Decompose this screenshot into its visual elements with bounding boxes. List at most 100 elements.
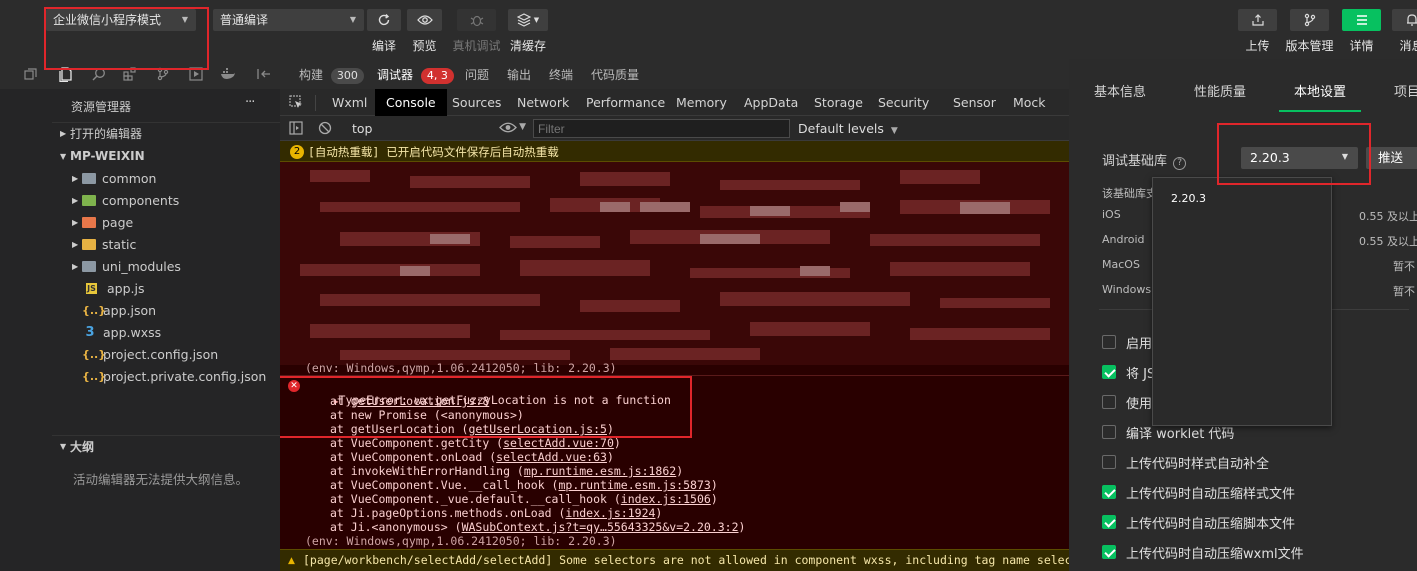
bell-icon (1406, 14, 1417, 26)
tab-issues[interactable]: 问题 (465, 66, 489, 83)
upload-button[interactable] (1238, 9, 1277, 31)
tab-terminal[interactable]: 终端 (549, 66, 573, 83)
project-section[interactable]: ▼ MP-WEIXIN (52, 145, 280, 167)
compile-label: 编译 (371, 39, 396, 53)
push-button[interactable]: 推送 (1366, 147, 1417, 169)
chevron-down-icon: ▼ (60, 151, 67, 161)
json-file-icon: {..} (82, 303, 107, 317)
redacted-content (280, 162, 1069, 365)
tree-item-label: components (102, 192, 180, 208)
tree-item-common[interactable]: ▶ common (52, 167, 280, 189)
layers-icon (516, 13, 531, 27)
tab-code-quality[interactable]: 代码质量 (591, 66, 639, 83)
eye-icon[interactable] (499, 121, 517, 137)
stack-frame-link[interactable]: index.js:1506 (621, 492, 711, 506)
clear-cache-button[interactable]: ▼ (508, 9, 548, 31)
devtools-tab-mock[interactable]: Mock (1013, 89, 1046, 116)
setting-checkbox[interactable] (1102, 395, 1116, 409)
clear-console-icon[interactable] (318, 121, 332, 138)
devtools-tab-security[interactable]: Security (878, 89, 929, 116)
dropdown-option[interactable]: 2.20.3 (1171, 192, 1206, 205)
setting-label: 使用 (1126, 397, 1153, 412)
real-device-debug-button[interactable] (457, 9, 496, 31)
stack-frame-link[interactable]: selectAdd.vue:63 (496, 450, 607, 464)
tree-item-project-config[interactable]: {..} project.config.json (52, 343, 280, 365)
stack-frame: at Ji.pageOptions.methods.onLoad (index.… (330, 506, 662, 520)
devtools-tab-network[interactable]: Network (517, 89, 569, 116)
compile-mode-value: 普通编译 (220, 13, 269, 27)
tree-item-uni-modules[interactable]: ▶ uni_modules (52, 255, 280, 277)
collapse-panel-icon[interactable] (255, 65, 273, 83)
devtools-tab-memory[interactable]: Memory (676, 89, 727, 116)
setting-checkbox[interactable] (1102, 545, 1116, 559)
platform-name: MacOS (1102, 258, 1140, 271)
devtools-tab-storage[interactable]: Storage (814, 89, 863, 116)
log-levels-value: Default levels (798, 121, 884, 136)
stack-frame-link[interactable]: selectAdd.vue:70 (503, 436, 614, 450)
setting-checkbox[interactable] (1102, 485, 1116, 499)
compile-button[interactable] (367, 9, 401, 31)
open-editors-section[interactable]: ▶ 打开的编辑器 (52, 122, 280, 144)
compile-mode-select[interactable]: 普通编译 ▼ (213, 9, 364, 31)
platform-version: 暂不 (1393, 260, 1415, 273)
devtools-tab-sensor[interactable]: Sensor (953, 89, 996, 116)
left-gutter (0, 89, 52, 571)
messages-label: 消息 (1399, 39, 1417, 53)
setting-checkbox[interactable] (1102, 515, 1116, 529)
tab-debugger-label: 调试器 (377, 68, 414, 82)
tab-performance-quality[interactable]: 性能质量 (1194, 81, 1246, 100)
window-icon[interactable] (21, 65, 39, 83)
details-label: 详情 (1349, 39, 1374, 53)
inspect-element-icon[interactable] (289, 95, 303, 112)
tree-item-static[interactable]: ▶ static (52, 233, 280, 255)
setting-checkbox[interactable] (1102, 335, 1116, 349)
stack-frame-link[interactable]: index.js:1924 (565, 506, 655, 520)
help-icon[interactable]: ? (1173, 157, 1187, 170)
outline-section[interactable]: ▼ 大纲 (52, 435, 280, 457)
tab-output[interactable]: 输出 (507, 66, 531, 83)
setting-label: 上传代码时自动压缩脚本文件 (1126, 517, 1296, 532)
tree-item-app-json[interactable]: {..} app.json (52, 299, 280, 321)
devtools-tab-performance[interactable]: Performance (586, 89, 665, 116)
tab-basic-info[interactable]: 基本信息 (1094, 81, 1146, 100)
preview-button[interactable] (407, 9, 442, 31)
log-levels-select[interactable]: Default levels ▼ (798, 121, 898, 136)
tree-item-app-wxss[interactable]: 3 app.wxss (52, 321, 280, 343)
tab-build[interactable]: 构建 300 (299, 66, 364, 84)
tree-item-components[interactable]: ▶ components (52, 189, 280, 211)
tree-item-label: common (102, 170, 157, 186)
details-button[interactable] (1342, 9, 1381, 31)
tree-item-label: page (102, 214, 134, 230)
setting-checkbox[interactable] (1102, 455, 1116, 469)
stack-frame-link[interactable]: mp.runtime.esm.js:1862 (524, 464, 676, 478)
devtools-tab-wxml[interactable]: Wxml (332, 89, 367, 116)
tree-item-app-js[interactable]: JS app.js (52, 277, 280, 299)
tree-item-project-private-config[interactable]: {..} project.private.config.json (52, 365, 280, 387)
version-management-button[interactable] (1290, 9, 1329, 31)
sidebar-toggle-icon[interactable] (289, 121, 303, 138)
stack-frame-link[interactable]: WASubContext.js?t=qy…55643325&v=2.20.3:2 (462, 520, 739, 534)
tab-local-settings[interactable]: 本地设置 (1294, 81, 1346, 100)
stack-frame-text: ) (676, 464, 684, 478)
setting-label: 上传代码时样式自动补全 (1126, 457, 1270, 472)
devtools-tab-console[interactable]: Console (375, 89, 447, 116)
stack-frame: at Ji.<anonymous> (WASubContext.js?t=qy…… (330, 520, 745, 534)
stack-frame: at invokeWithErrorHandling (mp.runtime.e… (330, 464, 683, 478)
stack-frame-link[interactable]: mp.runtime.esm.js:5873 (558, 478, 710, 492)
messages-button[interactable] (1392, 9, 1417, 31)
devtools-tab-sources[interactable]: Sources (452, 89, 501, 116)
more-actions-icon[interactable]: ··· (245, 95, 255, 110)
setting-checkbox[interactable] (1102, 365, 1116, 379)
real-device-debug-label: 真机调试 (452, 39, 501, 53)
setting-checkbox[interactable] (1102, 425, 1116, 439)
tab-project[interactable]: 项目 (1394, 81, 1417, 100)
setting-label: 上传代码时自动压缩样式文件 (1126, 487, 1296, 502)
console-filter-input[interactable] (533, 119, 790, 138)
devtools-tab-appdata[interactable]: AppData (744, 89, 798, 116)
tree-item-page[interactable]: ▶ page (52, 211, 280, 233)
css-file-icon: 3 (85, 324, 95, 340)
js-file-icon: JS (86, 282, 97, 294)
docker-icon[interactable] (219, 65, 237, 83)
platform-version: 暂不 (1393, 285, 1415, 298)
tab-debugger[interactable]: 调试器 4, 3 (377, 66, 454, 84)
